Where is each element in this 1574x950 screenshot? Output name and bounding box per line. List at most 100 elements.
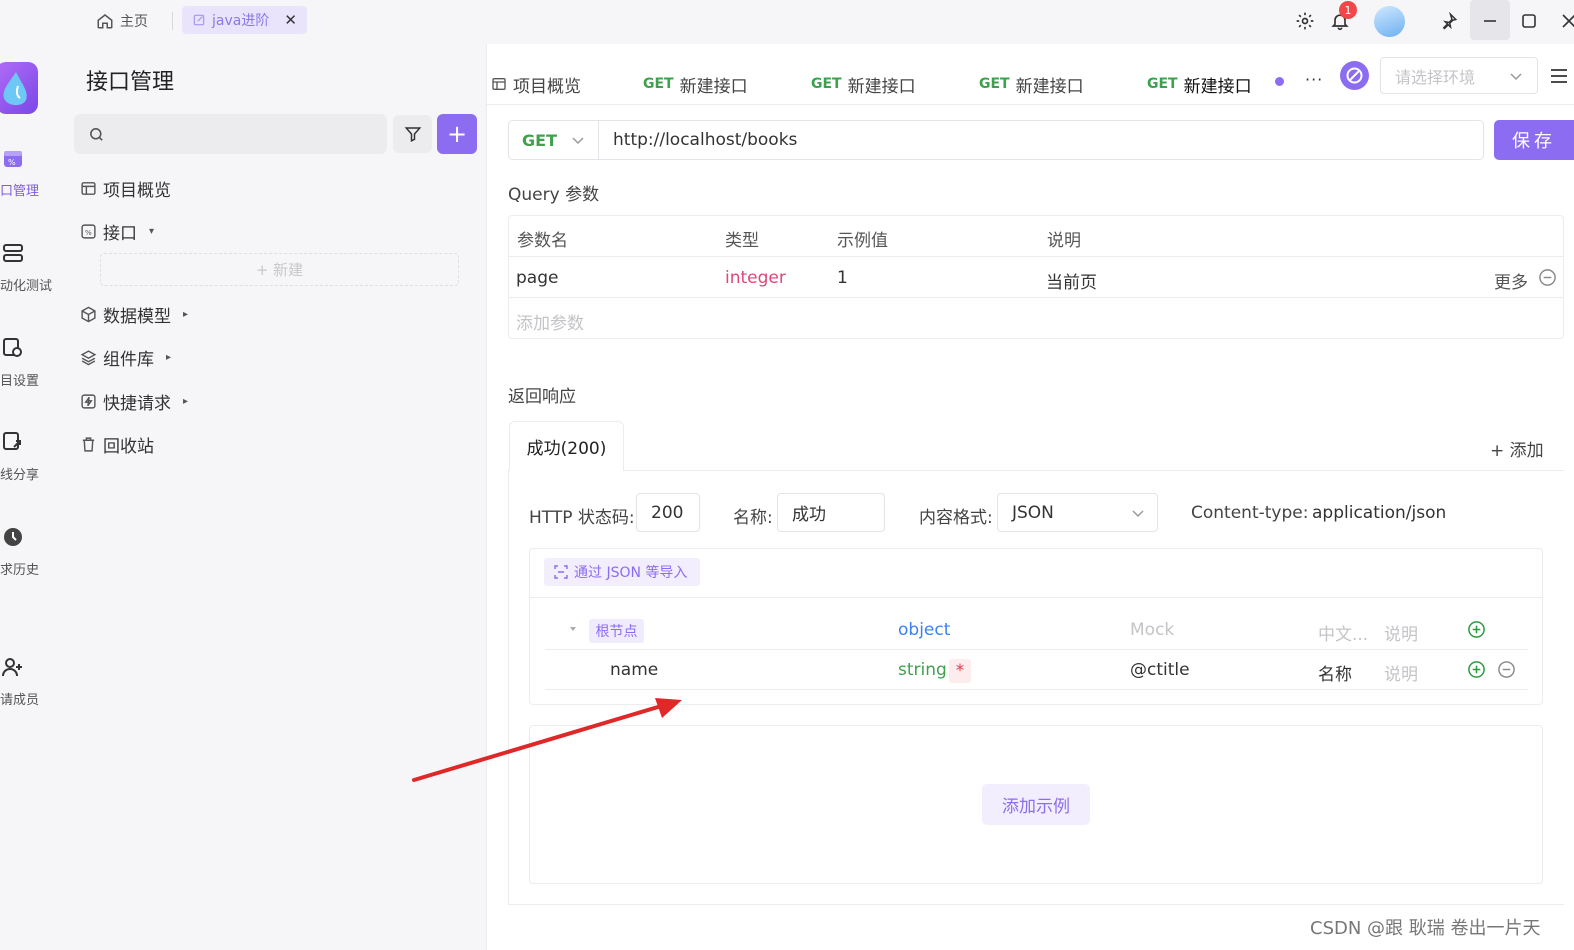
url-input[interactable]: http://localhost/books — [598, 120, 1484, 160]
add-sibling-icon[interactable] — [1467, 660, 1486, 679]
tab-divider — [172, 12, 173, 30]
caret-right-icon[interactable]: ▸ — [183, 396, 188, 407]
schema-divider — [530, 597, 1542, 598]
menu-icon[interactable] — [1550, 68, 1568, 84]
column-header: 说明 — [1047, 231, 1081, 251]
tab-overview[interactable]: 项目概览 — [491, 66, 581, 102]
scan-icon — [554, 565, 568, 579]
tabs-divider — [487, 104, 1574, 105]
history-icon — [2, 526, 24, 548]
tab-response-200[interactable]: 成功(200) — [509, 421, 624, 471]
environment-icon[interactable] — [1340, 61, 1369, 90]
caret-right-icon[interactable]: ▸ — [166, 352, 171, 363]
column-header: 参数名 — [517, 231, 568, 251]
response-section-title: 返回响应 — [508, 387, 576, 407]
add-example-button[interactable]: 添加示例 — [982, 784, 1090, 825]
row-divider — [509, 256, 1564, 257]
maximize-icon[interactable] — [1518, 10, 1540, 32]
rail-item-history[interactable]: 求历史 — [0, 526, 62, 578]
remove-icon[interactable] — [1538, 268, 1557, 287]
import-json-button[interactable]: 通过 JSON 等导入 — [544, 558, 700, 586]
field-desc[interactable]: 说明 — [1384, 660, 1418, 685]
search-input[interactable] — [74, 114, 387, 154]
api-icon: % — [80, 223, 97, 240]
format-select[interactable]: JSON — [997, 493, 1158, 532]
query-section-title: Query 参数 — [508, 185, 600, 205]
pin-icon[interactable] — [1438, 10, 1460, 32]
param-name[interactable]: page — [516, 268, 558, 288]
save-button[interactable]: 保存 — [1494, 120, 1574, 160]
chevron-down-icon — [1509, 69, 1523, 83]
new-button[interactable]: + 新建 — [100, 253, 459, 286]
status-code-input[interactable]: 200 — [636, 493, 700, 532]
param-desc[interactable]: 当前页 — [1046, 268, 1097, 293]
tree-item-models[interactable]: 数据模型 ▸ — [80, 302, 188, 327]
caret-right-icon[interactable]: ▸ — [183, 309, 188, 320]
rail-item-share[interactable]: 线分享 — [0, 431, 62, 483]
root-node[interactable]: 根节点 — [589, 619, 644, 643]
name-label: 名称: — [733, 508, 773, 528]
field-name[interactable]: name — [610, 660, 658, 680]
rail-item-invite[interactable]: 请成员 — [0, 656, 62, 708]
close-window-icon[interactable] — [1558, 10, 1574, 32]
cube-icon — [80, 306, 97, 323]
schema-divider — [545, 649, 1528, 650]
gear-icon[interactable] — [1294, 10, 1316, 32]
rail-item-test[interactable]: 动化测试 — [0, 242, 62, 294]
remove-field-icon[interactable] — [1497, 660, 1516, 679]
invite-icon — [2, 656, 24, 678]
search-icon — [88, 126, 105, 143]
root-cn-name[interactable]: 中文... — [1318, 620, 1368, 645]
content-type-label: Content-type: — [1191, 503, 1309, 523]
query-table — [508, 215, 1564, 339]
tab-api-2[interactable]: GET 新建接口 — [811, 66, 916, 102]
add-response-button[interactable]: + 添加 — [1490, 436, 1544, 461]
tab-api-4-active[interactable]: GET 新建接口 — [1147, 66, 1252, 102]
unsaved-dot — [1275, 77, 1284, 86]
caret-down-icon[interactable]: ▾ — [149, 226, 154, 237]
test-icon — [2, 242, 24, 264]
layout-icon — [80, 180, 97, 197]
tree-item-components[interactable]: 组件库 ▸ — [80, 345, 171, 370]
tab-api-1[interactable]: GET 新建接口 — [643, 66, 748, 102]
add-param-input[interactable]: 添加参数 — [516, 309, 584, 334]
root-mock[interactable]: Mock — [1130, 620, 1174, 640]
tree-item-quick[interactable]: 快捷请求 ▸ — [80, 389, 188, 414]
param-example[interactable]: 1 — [837, 268, 848, 288]
tree-item-api[interactable]: % 接口 ▾ — [80, 219, 154, 244]
tab-home[interactable]: 主页 — [96, 8, 148, 34]
tab-project[interactable]: java进阶 ✕ — [182, 6, 307, 34]
root-desc[interactable]: 说明 — [1384, 620, 1418, 645]
filter-button[interactable] — [393, 115, 432, 153]
external-icon — [192, 13, 206, 27]
response-tabs-divider — [509, 470, 1564, 471]
rail-item-settings[interactable]: 目设置 — [0, 337, 62, 389]
rail-item-api[interactable]: % 口管理 — [0, 148, 62, 200]
tree-item-trash[interactable]: 回收站 — [80, 432, 154, 457]
field-cn-name[interactable]: 名称 — [1318, 660, 1352, 685]
field-mock[interactable]: @ctitle — [1130, 660, 1190, 680]
content-type-value: application/json — [1312, 503, 1447, 523]
param-type[interactable]: integer — [725, 268, 786, 288]
notification-badge: 1 — [1339, 1, 1357, 19]
tab-api-3[interactable]: GET 新建接口 — [979, 66, 1084, 102]
tree-item-overview[interactable]: 项目概览 — [80, 176, 171, 201]
environment-select[interactable]: 请选择环境 — [1380, 57, 1538, 94]
collapse-caret-icon[interactable] — [568, 624, 578, 634]
root-type[interactable]: object — [898, 620, 950, 640]
method-select[interactable]: GET — [508, 120, 598, 160]
required-marker[interactable]: * — [949, 659, 971, 683]
add-button[interactable]: + — [437, 114, 477, 154]
app-logo — [0, 62, 38, 114]
more-link[interactable]: 更多 — [1494, 268, 1528, 293]
chevron-down-icon — [1131, 506, 1145, 520]
layers-icon — [80, 349, 97, 366]
more-tabs-icon[interactable]: ··· — [1305, 70, 1323, 89]
avatar[interactable] — [1374, 6, 1405, 37]
column-header: 示例值 — [837, 231, 888, 251]
name-input[interactable]: 成功 — [777, 493, 885, 532]
watermark: CSDN @跟 耿瑞 卷出一片天 — [1310, 918, 1541, 939]
add-child-icon[interactable] — [1467, 620, 1486, 639]
close-icon[interactable]: ✕ — [284, 11, 297, 29]
field-type[interactable]: string — [898, 660, 947, 680]
